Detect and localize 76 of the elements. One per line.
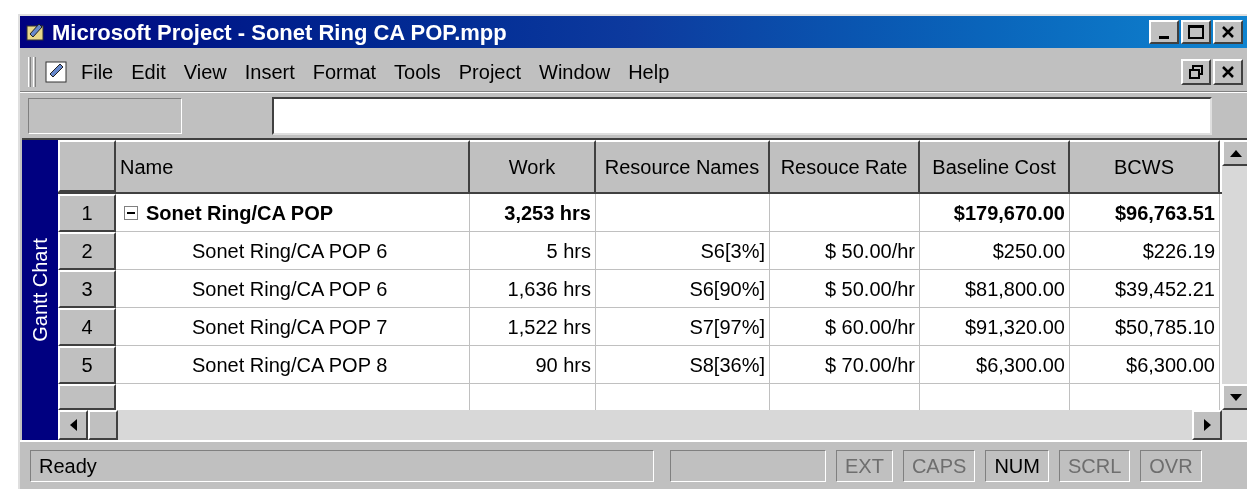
collapse-icon[interactable] <box>124 205 138 220</box>
status-message: Ready <box>30 449 654 482</box>
table-cell-text: $ 60.00/hr <box>824 314 915 340</box>
status-indicator: OVR <box>1140 449 1202 482</box>
table-cell-text: S7[97%] <box>689 314 765 340</box>
maximize-button[interactable] <box>1181 20 1211 44</box>
row-number[interactable]: 1 <box>58 194 116 232</box>
status-indicator: SCRL <box>1058 449 1131 482</box>
restore-button[interactable] <box>1181 58 1211 85</box>
minimize-button[interactable] <box>1149 20 1179 44</box>
scroll-left-icon[interactable] <box>69 419 77 431</box>
column-header[interactable]: Resouce Rate <box>770 140 920 192</box>
table-cell-text: 90 hrs <box>535 352 591 378</box>
horizontal-scrollbar[interactable] <box>58 410 1247 440</box>
table-cell-text: S6[3%] <box>700 238 765 264</box>
view-label: Gantt Chart <box>28 238 52 342</box>
scroll-thumb[interactable] <box>88 410 118 440</box>
scroll-down-icon[interactable] <box>1230 393 1242 401</box>
table-cell-text: Sonet Ring/CA POP 8 <box>191 352 388 378</box>
table-cell-text: Sonet Ring/CA POP 6 <box>191 238 388 264</box>
close-icon <box>1221 65 1235 78</box>
column-header[interactable]: Name <box>116 140 470 192</box>
view-bar[interactable]: Gantt Chart <box>22 140 58 440</box>
table-cell-text: $179,670.00 <box>953 200 1065 226</box>
row-number[interactable]: 5 <box>58 346 116 384</box>
close-document-button[interactable] <box>1213 58 1243 85</box>
column-header[interactable]: Resource Names <box>596 140 770 192</box>
table-cell-text: Sonet Ring/CA POP <box>146 200 334 226</box>
vertical-scrollbar[interactable] <box>1222 140 1247 410</box>
menu-item[interactable]: Help <box>619 56 679 87</box>
close-button[interactable] <box>1213 20 1243 44</box>
window-title: Microsoft Project - Sonet Ring CA POP.mpp <box>52 18 507 47</box>
scroll-up-icon[interactable] <box>1230 149 1242 157</box>
menu-item[interactable]: Tools <box>385 56 450 87</box>
restore-icon <box>1189 64 1203 79</box>
select-all-button[interactable] <box>58 140 116 192</box>
close-icon <box>1221 26 1235 38</box>
row-number[interactable]: 4 <box>58 308 116 346</box>
column-header[interactable]: BCWS <box>1070 140 1220 192</box>
row-number[interactable]: 2 <box>58 232 116 270</box>
entry-field[interactable] <box>272 96 1212 135</box>
table-cell-text: $39,452.21 <box>1114 276 1215 302</box>
status-indicator: CAPS <box>902 449 976 482</box>
table-cell-text: S6[90%] <box>689 276 765 302</box>
menu-item[interactable]: Project <box>449 56 531 87</box>
table-cell-text: 5 hrs <box>546 238 591 264</box>
row-number[interactable]: 3 <box>58 270 116 308</box>
table-cell-text: 1,522 hrs <box>507 314 591 340</box>
column-header[interactable]: Baseline Cost <box>920 140 1070 192</box>
menu-item[interactable]: Edit <box>122 56 175 87</box>
status-indicator: EXT <box>836 449 893 482</box>
table-cell-text: Sonet Ring/CA POP 7 <box>191 314 388 340</box>
table-cell-text: 3,253 hrs <box>504 200 591 226</box>
table-cell-text: $6,300.00 <box>976 352 1065 378</box>
row-header[interactable] <box>58 384 116 410</box>
menu-item[interactable]: File <box>72 56 123 87</box>
menu-item[interactable]: Window <box>530 56 620 87</box>
table-cell-text: $96,763.51 <box>1114 200 1215 226</box>
menu-item[interactable]: View <box>174 56 236 87</box>
table-cell-text: $250.00 <box>992 238 1065 264</box>
table-cell-text: $91,320.00 <box>964 314 1065 340</box>
table-cell-text: $50,785.10 <box>1114 314 1215 340</box>
menu-item[interactable]: Format <box>303 56 386 87</box>
table-cell-text: $6,300.00 <box>1126 352 1215 378</box>
table-cell-text: Sonet Ring/CA POP 6 <box>191 276 388 302</box>
table-cell-text: $ 70.00/hr <box>824 352 915 378</box>
menu-item[interactable]: Insert <box>235 56 304 87</box>
status-indicator: NUM <box>985 449 1049 482</box>
table-cell-text: $81,800.00 <box>964 276 1065 302</box>
column-header[interactable]: Work <box>470 140 596 192</box>
table-cell-text: 1,636 hrs <box>507 276 591 302</box>
table-cell-text: S8[36%] <box>689 352 765 378</box>
table-cell-text: $226.19 <box>1142 238 1215 264</box>
table-cell-text: $ 50.00/hr <box>824 238 915 264</box>
table-cell-text: $ 50.00/hr <box>824 276 915 302</box>
scroll-right-icon[interactable] <box>1203 419 1211 431</box>
